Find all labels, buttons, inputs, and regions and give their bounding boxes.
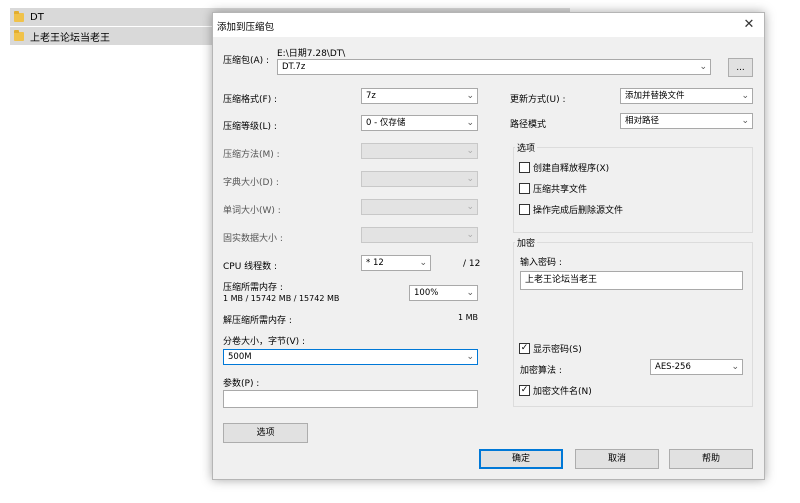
chevron-down-icon: ⌄ (466, 146, 474, 156)
decompress-memory-value: 1 MB (458, 313, 479, 322)
chevron-down-icon: ⌄ (466, 174, 474, 184)
chevron-down-icon: ⌄ (699, 62, 707, 72)
level-value: 0 - 仅存储 (366, 118, 406, 128)
show-password-label: 显示密码(S) (533, 345, 582, 355)
archive-name-value: DT.7z (282, 62, 306, 72)
chevron-down-icon: ⌄ (466, 202, 474, 212)
parameters-label: 参数(P) : (223, 379, 260, 389)
add-to-archive-dialog: 添加到压缩包 ✕ 压缩包(A) : E:\日期7.28\DT\ DT.7z ⌄ … (212, 12, 765, 480)
decompress-memory-label: 解压缩所需内存 : (223, 316, 292, 326)
volume-size-combo[interactable]: 500M ⌄ (223, 349, 478, 365)
format-label: 压缩格式(F) : (223, 95, 278, 105)
chevron-down-icon: ⌄ (466, 230, 474, 240)
cpu-threads-value: * 12 (366, 258, 384, 268)
cpu-threads-max: / 12 (463, 259, 481, 269)
show-password-checkbox[interactable]: ✓ 显示密码(S) (519, 342, 582, 355)
options-button[interactable]: 选项 (223, 423, 308, 443)
shared-files-checkbox[interactable]: 压缩共享文件 (519, 182, 587, 195)
level-combo[interactable]: 0 - 仅存储 ⌄ (361, 115, 478, 131)
encrypt-filenames-label: 加密文件名(N) (533, 387, 592, 397)
format-value: 7z (366, 91, 376, 101)
method-combo[interactable]: ⌄ (361, 143, 478, 159)
encryption-group-title: 加密 (515, 236, 538, 249)
encryption-method-value: AES-256 (655, 362, 691, 372)
close-icon[interactable]: ✕ (740, 16, 758, 34)
checkbox-unchecked-icon (519, 204, 530, 215)
folder-icon (14, 29, 24, 41)
memory-usage-value: 100% (414, 288, 439, 298)
delete-after-checkbox-label: 操作完成后删除源文件 (533, 206, 624, 216)
chevron-down-icon: ⌄ (419, 258, 427, 268)
password-label: 输入密码 : (520, 258, 562, 268)
delete-after-checkbox[interactable]: 操作完成后删除源文件 (519, 203, 623, 216)
path-mode-combo[interactable]: 相对路径 ⌄ (620, 113, 753, 129)
archive-label: 压缩包(A) : (223, 56, 270, 66)
cpu-threads-label: CPU 线程数 : (223, 262, 278, 272)
chevron-down-icon: ⌄ (466, 288, 474, 298)
sfx-checkbox-label: 创建自释放程序(X) (533, 164, 610, 174)
memory-usage-combo[interactable]: 100% ⌄ (409, 285, 478, 301)
checkbox-unchecked-icon (519, 162, 530, 173)
chevron-down-icon: ⌄ (466, 118, 474, 128)
password-input[interactable]: 上老王论坛当老王 (520, 271, 743, 290)
path-mode-value: 相对路径 (625, 116, 660, 126)
folder-icon (14, 10, 24, 22)
volume-size-value: 500M (228, 352, 252, 362)
encryption-method-combo[interactable]: AES-256 ⌄ (650, 359, 743, 375)
options-group-title: 选项 (515, 141, 538, 154)
help-button[interactable]: 帮助 (669, 449, 753, 469)
chevron-down-icon: ⌄ (731, 362, 739, 372)
update-mode-label: 更新方式(U) : (510, 95, 566, 105)
solid-size-label: 固实数据大小 : (223, 234, 283, 244)
sfx-checkbox[interactable]: 创建自释放程序(X) (519, 161, 609, 174)
dictionary-combo[interactable]: ⌄ (361, 171, 478, 187)
checkmark-icon: ✓ (519, 385, 530, 396)
ok-button[interactable]: 确定 (479, 449, 563, 469)
archive-name-combo[interactable]: DT.7z ⌄ (277, 59, 711, 75)
chevron-down-icon: ⌄ (741, 91, 749, 101)
method-label: 压缩方法(M) : (223, 150, 280, 160)
list-item-label: 上老王论坛当老王 (30, 32, 110, 44)
compress-memory-detail: 1 MB / 15742 MB / 15742 MB (223, 294, 340, 303)
checkbox-unchecked-icon (519, 183, 530, 194)
parameters-input[interactable] (223, 390, 478, 408)
word-size-combo[interactable]: ⌄ (361, 199, 478, 215)
browse-button[interactable]: ... (728, 58, 753, 77)
title-bar[interactable]: 添加到压缩包 ✕ (213, 13, 764, 37)
chevron-down-icon: ⌄ (466, 91, 474, 101)
encrypt-filenames-checkbox[interactable]: ✓ 加密文件名(N) (519, 384, 592, 397)
update-mode-value: 添加并替换文件 (625, 91, 685, 101)
list-item-label: DT (30, 11, 44, 23)
dialog-title: 添加到压缩包 (217, 22, 275, 33)
cpu-threads-combo[interactable]: * 12 ⌄ (361, 255, 431, 271)
solid-size-combo[interactable]: ⌄ (361, 227, 478, 243)
volume-size-label: 分卷大小，字节(V) : (223, 337, 306, 347)
encryption-method-label: 加密算法 : (520, 366, 562, 376)
path-mode-label: 路径模式 (510, 120, 547, 130)
word-size-label: 单词大小(W) : (223, 206, 281, 216)
dictionary-label: 字典大小(D) : (223, 178, 279, 188)
checkmark-icon: ✓ (519, 343, 530, 354)
compress-memory-label: 压缩所需内存 : (223, 283, 283, 293)
update-mode-combo[interactable]: 添加并替换文件 ⌄ (620, 88, 753, 104)
shared-files-checkbox-label: 压缩共享文件 (533, 185, 588, 195)
archive-path: E:\日期7.28\DT\ (277, 49, 346, 59)
chevron-down-icon: ⌄ (741, 116, 749, 126)
level-label: 压缩等级(L) : (223, 122, 277, 132)
cancel-button[interactable]: 取消 (575, 449, 659, 469)
chevron-down-icon: ⌄ (466, 352, 474, 362)
format-combo[interactable]: 7z ⌄ (361, 88, 478, 104)
